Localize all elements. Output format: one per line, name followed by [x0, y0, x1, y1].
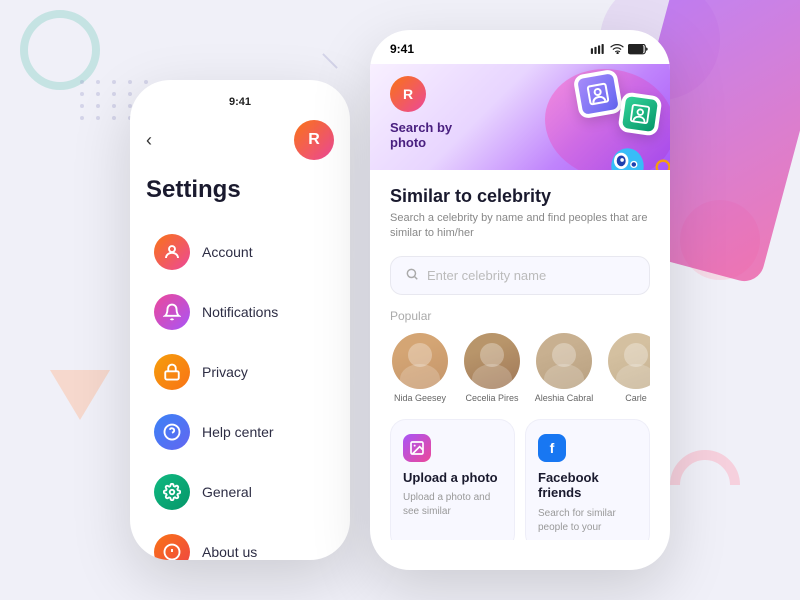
status-icons: [590, 44, 650, 55]
settings-item-notifications[interactable]: Notifications: [146, 284, 334, 340]
settings-item-account[interactable]: Account: [146, 224, 334, 280]
general-label: General: [202, 484, 252, 500]
settings-item-privacy[interactable]: Privacy: [146, 344, 334, 400]
photo-card-2: [617, 91, 662, 136]
avatar-letter-left: R: [308, 131, 320, 149]
upload-icon: [403, 434, 431, 462]
person-name-carle: Carle: [625, 393, 647, 403]
photo-card-1: [573, 69, 624, 120]
content-area: Similar to celebrity Search a celebrity …: [370, 170, 670, 540]
phones-container: 9:41 ‹ R Settings Account: [0, 0, 800, 600]
monster-character: [605, 139, 650, 170]
settings-title: Settings: [146, 176, 334, 204]
popular-label: Popular: [390, 309, 650, 323]
person-avatar-aleshia: [536, 333, 592, 389]
magnifier-icon: [653, 157, 670, 170]
person-name-aleshia: Aleshia Cabral: [535, 393, 594, 403]
phone-search: 9:41 R Search by photo: [370, 30, 670, 570]
facebook-card[interactable]: f Facebook friends Search for similar pe…: [525, 419, 650, 540]
account-label: Account: [202, 244, 253, 260]
hero-section: R Search by photo: [370, 64, 670, 170]
status-time-right: 9:41: [390, 42, 414, 56]
photo-card-1-inner: [577, 73, 619, 115]
privacy-icon: [154, 354, 190, 390]
person-carle[interactable]: Carle: [606, 333, 650, 403]
bottom-cards: Upload a photo Upload a photo and see si…: [390, 419, 650, 540]
settings-item-about[interactable]: About us: [146, 524, 334, 560]
status-time-left: 9:41: [229, 96, 251, 108]
upload-card-title: Upload a photo: [403, 470, 502, 486]
help-icon: [154, 414, 190, 450]
photo-card-2-inner: [622, 96, 658, 132]
person-nida[interactable]: Nida Geesey: [390, 333, 450, 403]
top-row: ‹ R: [146, 120, 334, 160]
notifications-icon: [154, 294, 190, 330]
settings-item-help[interactable]: Help center: [146, 404, 334, 460]
privacy-label: Privacy: [202, 364, 248, 380]
person-name-nida: Nida Geesey: [394, 393, 446, 403]
notifications-label: Notifications: [202, 304, 278, 320]
facebook-card-title: Facebook friends: [538, 470, 637, 501]
settings-item-general[interactable]: General: [146, 464, 334, 520]
hero-avatar: R: [390, 76, 426, 112]
section-desc: Search a celebrity by name and find peop…: [390, 211, 650, 242]
person-avatar-cecelia: [464, 333, 520, 389]
status-bar-right: 9:41: [370, 30, 670, 64]
section-title: Similar to celebrity: [390, 186, 650, 207]
hero-avatar-letter: R: [403, 86, 413, 102]
cartoon-area: [520, 64, 670, 170]
help-label: Help center: [202, 424, 274, 440]
search-placeholder: Enter celebrity name: [427, 268, 546, 283]
person-avatar-nida: [392, 333, 448, 389]
phone-settings: 9:41 ‹ R Settings Account: [130, 80, 350, 560]
person-cecelia[interactable]: Cecelia Pires: [462, 333, 522, 403]
settings-list: Account Notifications Privacy: [146, 224, 334, 560]
general-icon: [154, 474, 190, 510]
search-input-box[interactable]: Enter celebrity name: [390, 256, 650, 295]
person-aleshia[interactable]: Aleshia Cabral: [534, 333, 594, 403]
facebook-icon: f: [538, 434, 566, 462]
people-row: Nida Geesey Cecelia Pires: [390, 333, 650, 403]
status-bar-left: 9:41: [146, 96, 334, 108]
back-button[interactable]: ‹: [146, 130, 152, 151]
about-icon: [154, 534, 190, 560]
avatar-left[interactable]: R: [294, 120, 334, 160]
facebook-card-desc: Search for similar people to your: [538, 507, 637, 535]
search-icon: [405, 267, 419, 284]
account-icon: [154, 234, 190, 270]
person-name-cecelia: Cecelia Pires: [465, 393, 518, 403]
upload-card[interactable]: Upload a photo Upload a photo and see si…: [390, 419, 515, 540]
person-avatar-carle: [608, 333, 650, 389]
upload-card-desc: Upload a photo and see similar: [403, 491, 502, 519]
about-label: About us: [202, 544, 257, 560]
